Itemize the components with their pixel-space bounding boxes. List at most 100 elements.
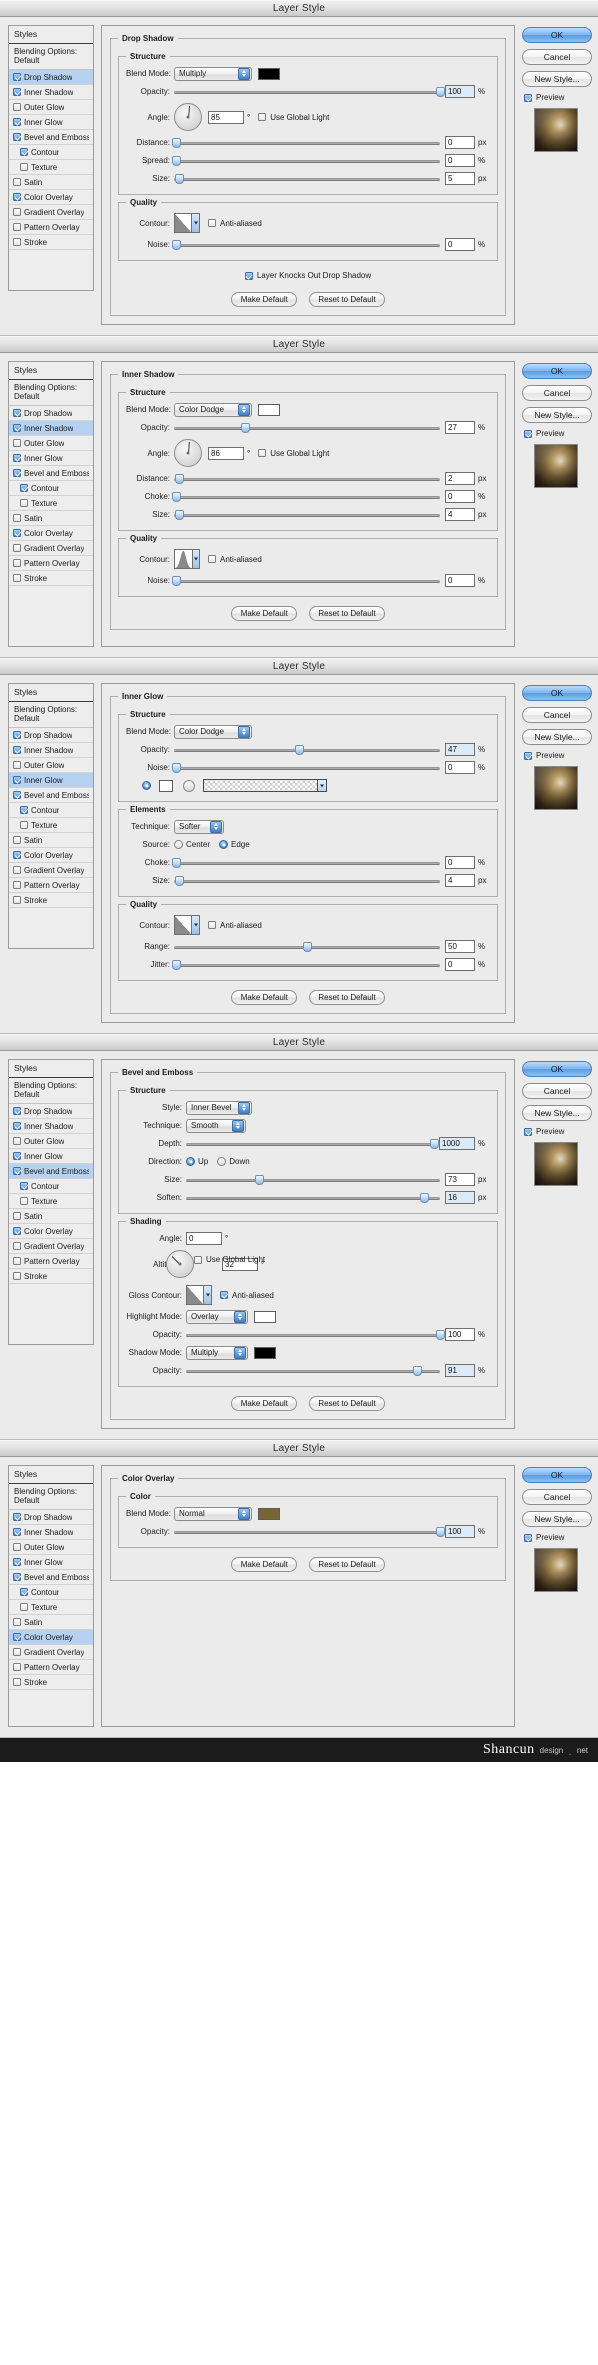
opacity-input[interactable]: 27	[445, 421, 475, 434]
checkbox-inner-shadow[interactable]	[13, 88, 21, 96]
sidebar-item-gradient-overlay[interactable]: Gradient Overlay	[9, 205, 93, 220]
blend-mode-select[interactable]: Normal	[174, 1506, 252, 1521]
size-slider[interactable]	[174, 875, 440, 887]
reset-to-default-button[interactable]: Reset to Default	[309, 606, 385, 621]
opacity-input[interactable]: 100	[445, 1525, 475, 1538]
shadow-opacity-slider[interactable]	[186, 1365, 440, 1377]
blend-color-swatch[interactable]	[258, 67, 280, 80]
soften-slider[interactable]	[186, 1192, 440, 1204]
angle-dial[interactable]	[174, 103, 202, 131]
glow-color-radio[interactable]	[142, 781, 151, 790]
cancel-button[interactable]: Cancel	[522, 385, 592, 401]
soften-input[interactable]: 16	[445, 1191, 475, 1204]
opacity-slider[interactable]	[174, 422, 440, 434]
checkbox-satin[interactable]	[13, 178, 21, 186]
direction-down-radio[interactable]	[217, 1157, 227, 1166]
blending-options-row[interactable]: Blending Options: Default	[9, 1078, 93, 1104]
spread-input[interactable]: 0	[445, 154, 475, 167]
ok-button[interactable]: OK	[522, 27, 592, 43]
size-input[interactable]: 5	[445, 172, 475, 185]
sidebar-item-texture[interactable]: Texture	[9, 1194, 93, 1209]
ok-button[interactable]: OK	[522, 1467, 592, 1483]
opacity-slider[interactable]	[174, 1526, 445, 1538]
jitter-input[interactable]: 0	[445, 958, 475, 971]
make-default-button[interactable]: Make Default	[231, 606, 298, 621]
sidebar-item-pattern-overlay[interactable]: Pattern Overlay	[9, 1660, 93, 1675]
sidebar-item-bevel-and-emboss[interactable]: Bevel and Emboss	[9, 466, 93, 481]
direction-up-radio[interactable]	[186, 1157, 195, 1166]
angle-dial[interactable]	[174, 439, 202, 467]
sidebar-item-inner-glow[interactable]: Inner Glow	[9, 451, 93, 466]
styles-list[interactable]: Styles Blending Options: Default Drop Sh…	[8, 361, 94, 647]
glow-color-swatch[interactable]	[159, 779, 173, 792]
sidebar-item-satin[interactable]: Satin	[9, 175, 93, 190]
altitude-dial[interactable]	[166, 1250, 194, 1278]
blending-options-row[interactable]: Blending Options: Default	[9, 702, 93, 728]
size-slider[interactable]	[174, 173, 440, 185]
sidebar-item-color-overlay[interactable]: Color Overlay	[9, 526, 93, 541]
sidebar-item-inner-glow[interactable]: Inner Glow	[9, 1149, 93, 1164]
sidebar-item-pattern-overlay[interactable]: Pattern Overlay	[9, 878, 93, 893]
sidebar-item-stroke[interactable]: Stroke	[9, 893, 93, 908]
sidebar-item-stroke[interactable]: Stroke	[9, 1675, 93, 1690]
sidebar-item-contour[interactable]: Contour	[9, 481, 93, 496]
reset-to-default-button[interactable]: Reset to Default	[309, 1557, 385, 1572]
choke-input[interactable]: 0	[445, 856, 475, 869]
size-input[interactable]: 73	[445, 1173, 475, 1186]
size-slider[interactable]	[174, 509, 440, 521]
size-input[interactable]: 4	[445, 508, 475, 521]
sidebar-item-pattern-overlay[interactable]: Pattern Overlay	[9, 220, 93, 235]
blending-options-row[interactable]: Blending Options: Default	[9, 1484, 93, 1510]
shadow-opacity-input[interactable]: 91	[445, 1364, 475, 1377]
sidebar-item-outer-glow[interactable]: Outer Glow	[9, 1134, 93, 1149]
sidebar-item-color-overlay[interactable]: Color Overlay	[9, 1630, 93, 1645]
sidebar-item-gradient-overlay[interactable]: Gradient Overlay	[9, 1645, 93, 1660]
angle-input[interactable]: 86	[208, 446, 244, 460]
checkbox-pattern-overlay[interactable]	[13, 223, 21, 231]
sidebar-item-drop-shadow[interactable]: Drop Shadow	[9, 728, 93, 743]
size-slider[interactable]	[186, 1174, 440, 1186]
sidebar-item-gradient-overlay[interactable]: Gradient Overlay	[9, 1239, 93, 1254]
noise-input[interactable]: 0	[445, 574, 475, 587]
anti-aliased-checkbox[interactable]: Anti-aliased	[208, 555, 262, 564]
styles-list[interactable]: Styles Blending Options: Default Drop Sh…	[8, 25, 94, 291]
highlight-opacity-slider[interactable]	[186, 1329, 445, 1341]
checkbox-stroke[interactable]	[13, 238, 21, 246]
sidebar-item-drop-shadow[interactable]: Drop Shadow	[9, 1104, 93, 1119]
distance-input[interactable]: 0	[445, 136, 475, 149]
source-edge-radio[interactable]	[219, 840, 229, 849]
opacity-input[interactable]: 100	[445, 85, 475, 98]
checkbox-inner-glow[interactable]	[13, 118, 21, 126]
styles-list[interactable]: Styles Blending Options: Default Drop Sh…	[8, 1465, 94, 1727]
sidebar-item-texture[interactable]: Texture	[9, 496, 93, 511]
distance-input[interactable]: 2	[445, 472, 475, 485]
range-slider[interactable]	[174, 941, 440, 953]
contour-picker[interactable]	[174, 213, 200, 233]
cancel-button[interactable]: Cancel	[522, 49, 592, 65]
sidebar-item-contour[interactable]: Contour	[9, 1585, 93, 1600]
checkbox-bevel-and-emboss[interactable]	[13, 133, 21, 141]
cancel-button[interactable]: Cancel	[522, 1489, 592, 1505]
sidebar-item-texture[interactable]: Texture	[9, 1600, 93, 1615]
range-input[interactable]: 50	[445, 940, 475, 953]
new-style-button[interactable]: New Style...	[522, 1105, 592, 1121]
contour-picker[interactable]	[174, 549, 200, 569]
sidebar-item-inner-glow[interactable]: Inner Glow	[9, 773, 93, 788]
chevron-down-icon[interactable]	[191, 214, 199, 232]
styles-list[interactable]: Styles Blending Options: Default Drop Sh…	[8, 1059, 94, 1345]
highlight-color-swatch[interactable]	[254, 1310, 276, 1323]
chevron-down-icon[interactable]	[191, 550, 199, 568]
sidebar-item-inner-glow[interactable]: Inner Glow	[9, 115, 93, 130]
size-input[interactable]: 4	[445, 874, 475, 887]
opacity-slider[interactable]	[174, 744, 440, 756]
blend-mode-select[interactable]: Color Dodge	[174, 724, 252, 739]
sidebar-item-drop-shadow[interactable]: Drop Shadow	[9, 70, 93, 85]
sidebar-item-drop-shadow[interactable]: Drop Shadow	[9, 406, 93, 421]
sidebar-item-pattern-overlay[interactable]: Pattern Overlay	[9, 1254, 93, 1269]
noise-slider[interactable]	[172, 762, 440, 774]
sidebar-item-texture[interactable]: Texture	[9, 818, 93, 833]
sidebar-item-satin[interactable]: Satin	[9, 1209, 93, 1224]
anti-aliased-checkbox[interactable]: Anti-aliased	[208, 219, 262, 228]
noise-input[interactable]: 0	[445, 238, 475, 251]
reset-to-default-button[interactable]: Reset to Default	[309, 1396, 385, 1411]
